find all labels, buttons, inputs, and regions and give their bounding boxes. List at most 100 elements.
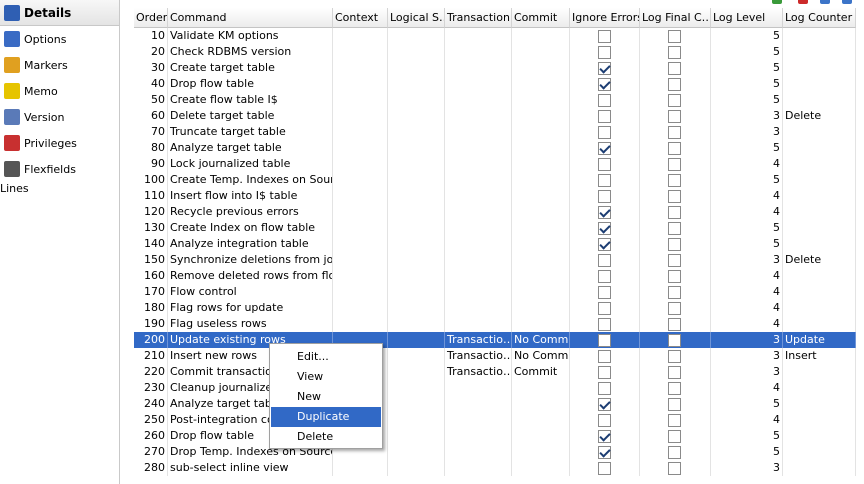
cell-transaction[interactable] — [445, 108, 512, 124]
checkbox[interactable] — [668, 302, 681, 315]
checkbox[interactable] — [598, 62, 611, 75]
cell-commit[interactable] — [512, 108, 570, 124]
checkbox[interactable] — [598, 446, 611, 459]
cell-commit[interactable] — [512, 380, 570, 396]
checkbox[interactable] — [668, 142, 681, 155]
checkbox[interactable] — [598, 414, 611, 427]
checkbox[interactable] — [668, 78, 681, 91]
cell-transaction[interactable] — [445, 140, 512, 156]
cell-level[interactable]: 4 — [711, 412, 783, 428]
cell-ignore[interactable] — [570, 60, 640, 76]
checkbox[interactable] — [598, 398, 611, 411]
cell-ignore[interactable] — [570, 108, 640, 124]
cell-logfinal[interactable] — [640, 156, 711, 172]
cell-logfinal[interactable] — [640, 124, 711, 140]
move-down-icon[interactable] — [842, 0, 852, 4]
sidebar-item-privileges[interactable]: Privileges — [0, 130, 119, 156]
cell-logfinal[interactable] — [640, 380, 711, 396]
cell-logical[interactable] — [388, 300, 445, 316]
cell-order[interactable]: 280 — [134, 460, 168, 476]
cell-command[interactable]: Validate KM options — [168, 28, 333, 44]
cell-commit[interactable] — [512, 428, 570, 444]
cell-logfinal[interactable] — [640, 60, 711, 76]
cell-order[interactable]: 180 — [134, 300, 168, 316]
cell-counter[interactable]: Update — [783, 332, 856, 348]
cell-order[interactable]: 10 — [134, 28, 168, 44]
cell-logfinal[interactable] — [640, 460, 711, 476]
cell-level[interactable]: 5 — [711, 76, 783, 92]
table-row[interactable]: 100 Create Temp. Indexes on Source 5 — [134, 172, 856, 188]
cell-order[interactable]: 140 — [134, 236, 168, 252]
cell-counter[interactable] — [783, 220, 856, 236]
cell-logical[interactable] — [388, 284, 445, 300]
cell-commit[interactable] — [512, 172, 570, 188]
cell-order[interactable]: 240 — [134, 396, 168, 412]
cell-counter[interactable] — [783, 124, 856, 140]
checkbox[interactable] — [598, 190, 611, 203]
cell-ignore[interactable] — [570, 204, 640, 220]
checkbox[interactable] — [668, 318, 681, 331]
cell-logfinal[interactable] — [640, 252, 711, 268]
cell-transaction[interactable] — [445, 236, 512, 252]
cell-transaction[interactable] — [445, 92, 512, 108]
cell-commit[interactable] — [512, 28, 570, 44]
cell-level[interactable]: 3 — [711, 108, 783, 124]
checkbox[interactable] — [598, 126, 611, 139]
cell-context[interactable] — [333, 220, 388, 236]
cell-context[interactable] — [333, 44, 388, 60]
cell-logical[interactable] — [388, 364, 445, 380]
cell-transaction[interactable] — [445, 268, 512, 284]
cell-logfinal[interactable] — [640, 220, 711, 236]
cell-logical[interactable] — [388, 396, 445, 412]
cell-ignore[interactable] — [570, 92, 640, 108]
cell-transaction[interactable] — [445, 300, 512, 316]
checkbox[interactable] — [598, 174, 611, 187]
cell-command[interactable]: sub-select inline view — [168, 460, 333, 476]
table-row[interactable]: 180 Flag rows for update 4 — [134, 300, 856, 316]
checkbox[interactable] — [668, 382, 681, 395]
checkbox[interactable] — [668, 94, 681, 107]
cell-commit[interactable] — [512, 76, 570, 92]
checkbox[interactable] — [598, 142, 611, 155]
cell-counter[interactable] — [783, 44, 856, 60]
cell-command[interactable]: Create target table — [168, 60, 333, 76]
cell-logical[interactable] — [388, 236, 445, 252]
cell-commit[interactable] — [512, 156, 570, 172]
cell-transaction[interactable]: Transactio… — [445, 348, 512, 364]
cell-order[interactable]: 30 — [134, 60, 168, 76]
table-row[interactable]: 280 sub-select inline view 3 — [134, 460, 856, 476]
cell-order[interactable]: 160 — [134, 268, 168, 284]
cell-transaction[interactable] — [445, 460, 512, 476]
cell-commit[interactable] — [512, 252, 570, 268]
cell-commit[interactable] — [512, 92, 570, 108]
checkbox[interactable] — [668, 174, 681, 187]
cell-level[interactable]: 5 — [711, 92, 783, 108]
cell-logical[interactable] — [388, 108, 445, 124]
cell-level[interactable]: 4 — [711, 204, 783, 220]
cell-logfinal[interactable] — [640, 396, 711, 412]
cell-counter[interactable] — [783, 300, 856, 316]
cell-counter[interactable] — [783, 444, 856, 460]
cell-logfinal[interactable] — [640, 316, 711, 332]
cell-transaction[interactable] — [445, 156, 512, 172]
cell-logfinal[interactable] — [640, 140, 711, 156]
column-header-commit[interactable]: Commit — [512, 8, 570, 28]
cell-order[interactable]: 270 — [134, 444, 168, 460]
cell-transaction[interactable]: Transactio… — [445, 364, 512, 380]
sidebar-item-flexfields[interactable]: Flexfields — [0, 156, 119, 182]
cell-transaction[interactable] — [445, 76, 512, 92]
cell-logical[interactable] — [388, 252, 445, 268]
cell-ignore[interactable] — [570, 300, 640, 316]
cell-commit[interactable] — [512, 236, 570, 252]
cell-ignore[interactable] — [570, 156, 640, 172]
cell-order[interactable]: 200 — [134, 332, 168, 348]
cell-logfinal[interactable] — [640, 236, 711, 252]
cell-logfinal[interactable] — [640, 300, 711, 316]
cell-logfinal[interactable] — [640, 172, 711, 188]
cell-commit[interactable]: No Commit — [512, 348, 570, 364]
cell-context[interactable] — [333, 460, 388, 476]
checkbox[interactable] — [598, 222, 611, 235]
sidebar-item-options[interactable]: Options — [0, 26, 119, 52]
cell-order[interactable]: 210 — [134, 348, 168, 364]
checkbox[interactable] — [668, 222, 681, 235]
